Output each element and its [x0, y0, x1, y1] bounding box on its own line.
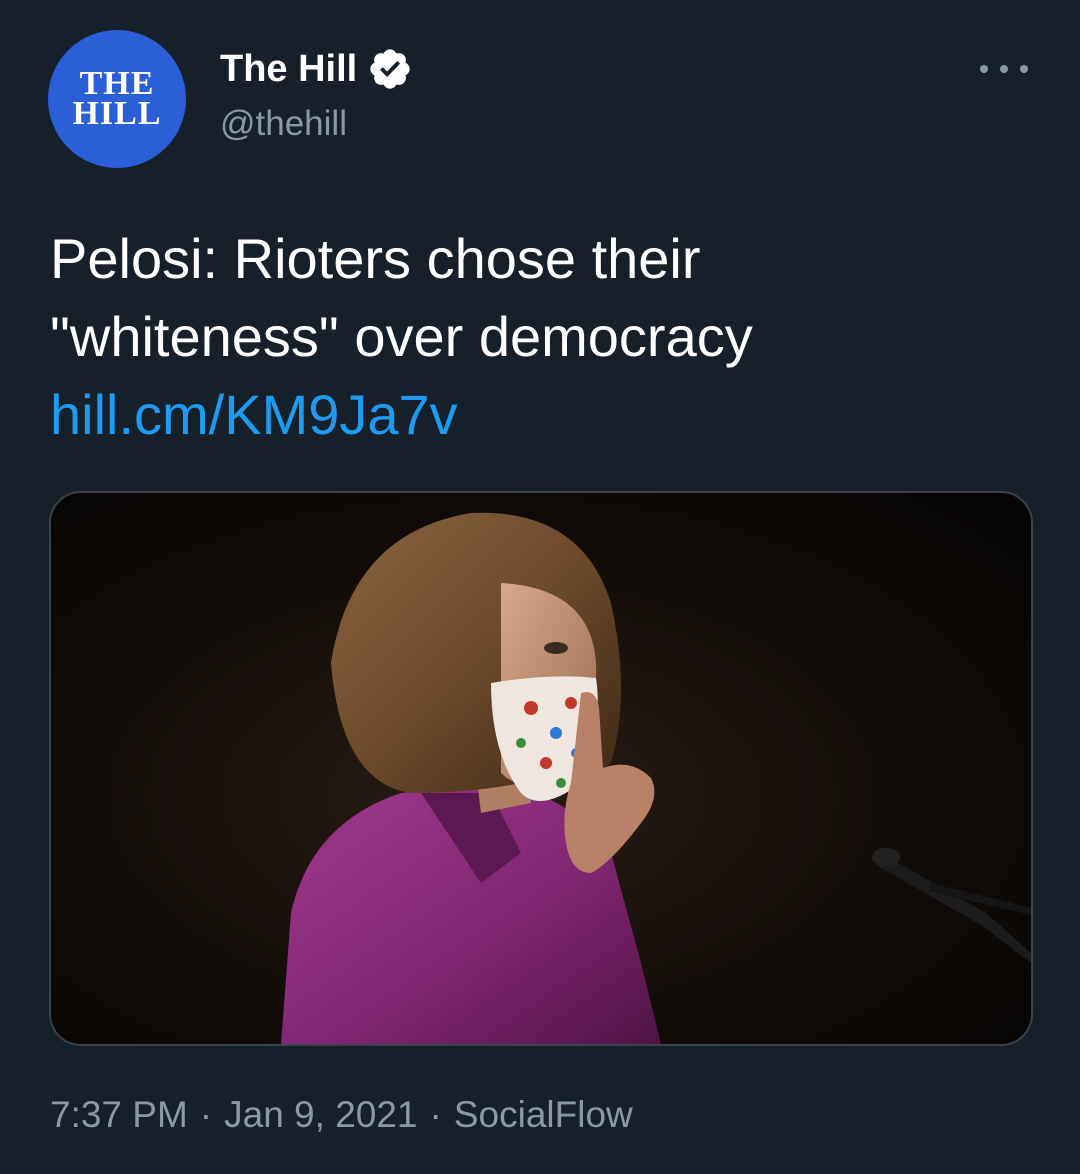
verified-badge-icon — [367, 46, 413, 92]
tweet-source[interactable]: SocialFlow — [454, 1094, 633, 1136]
author-name-row: The Hill — [220, 46, 413, 92]
author-handle[interactable]: @thehill — [220, 104, 347, 144]
tweet-date[interactable]: Jan 9, 2021 — [224, 1094, 417, 1136]
meta-separator: · — [429, 1094, 442, 1135]
tweet-card: THE HILL The Hill @thehill Pelosi: Riote… — [0, 0, 1080, 1174]
tweet-meta: 7:37 PM · Jan 9, 2021 · SocialFlow — [50, 1094, 633, 1136]
meta-separator: · — [199, 1094, 213, 1135]
tweet-link[interactable]: hill.cm/KM9Ja7v — [50, 376, 1030, 454]
dot-icon — [1020, 65, 1028, 73]
dot-icon — [980, 65, 988, 73]
avatar-text-line2: HILL — [72, 95, 162, 132]
tweet-text-line2: "whiteness" over democracy — [50, 305, 753, 368]
author-display-name[interactable]: The Hill — [220, 48, 357, 91]
tweet-text: Pelosi: Rioters chose their "whiteness" … — [50, 220, 1030, 454]
tweet-text-line1: Pelosi: Rioters chose their — [50, 227, 701, 290]
more-options-icon[interactable] — [980, 54, 1028, 84]
tweet-time[interactable]: 7:37 PM — [50, 1094, 188, 1136]
photo-illustration — [51, 493, 1031, 1044]
tweet-media-image[interactable] — [49, 491, 1033, 1046]
dot-icon — [1000, 65, 1008, 73]
avatar[interactable]: THE HILL — [48, 30, 186, 168]
